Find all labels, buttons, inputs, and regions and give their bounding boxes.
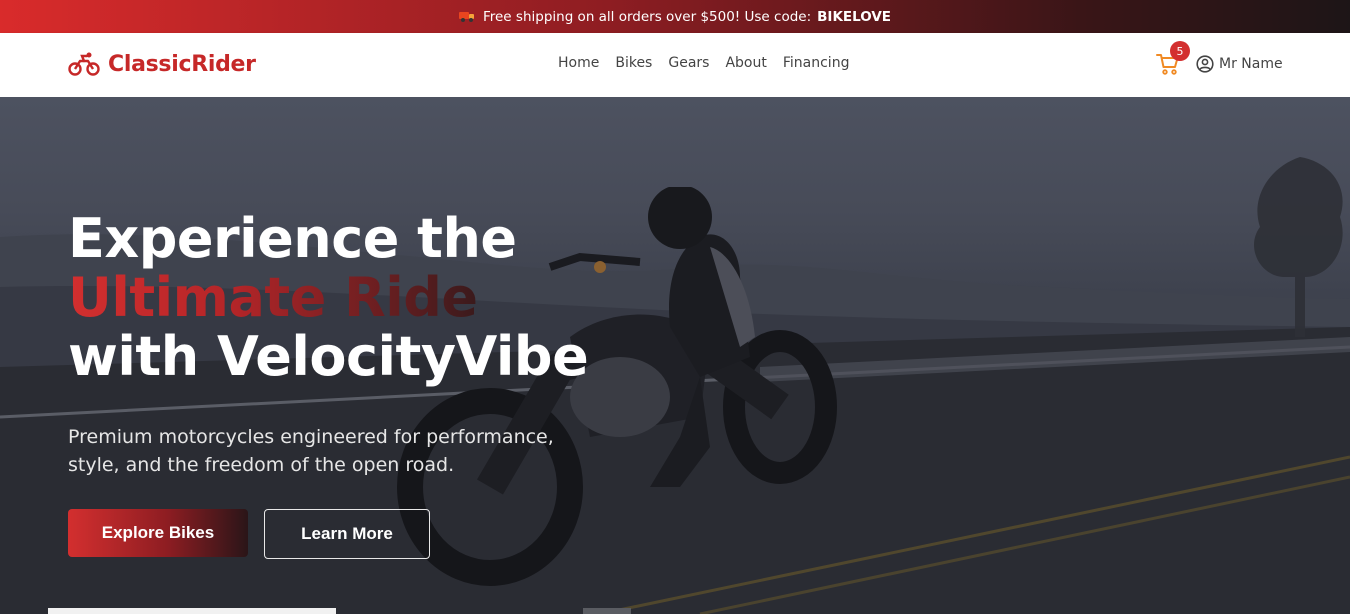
nav-home[interactable]: Home	[558, 55, 599, 71]
explore-bikes-button[interactable]: Explore Bikes	[68, 509, 248, 557]
user-circle-icon	[1196, 55, 1214, 73]
hero-title-line3: with VelocityVibe	[68, 325, 589, 388]
next-section-preview-divider	[583, 608, 631, 614]
main-nav: Home Bikes Gears About Financing	[558, 55, 849, 71]
hero-subtitle: Premium motorcycles engineered for perfo…	[68, 426, 554, 476]
nav-about[interactable]: About	[725, 55, 766, 71]
hero-title-accent: Ultimate Ride	[68, 266, 478, 329]
promo-bar: Free shipping on all orders over $500! U…	[0, 0, 1350, 33]
nav-gears[interactable]: Gears	[668, 55, 709, 71]
logo-text: ClassicRider	[108, 51, 256, 77]
cart-count-badge: 5	[1170, 41, 1190, 61]
hero-background-tree	[1254, 157, 1343, 337]
hero-section: Experience the Ultimate Ride with Veloci…	[0, 97, 1350, 614]
nav-bikes[interactable]: Bikes	[615, 55, 652, 71]
motorcycle-icon	[68, 52, 100, 76]
user-name: Mr Name	[1219, 56, 1283, 72]
promo-code: BIKELOVE	[817, 8, 892, 25]
truck-icon	[458, 11, 475, 22]
next-section-preview	[48, 608, 336, 614]
logo[interactable]: ClassicRider	[68, 51, 256, 77]
learn-more-button[interactable]: Learn More	[264, 509, 430, 559]
promo-text: Free shipping on all orders over $500! U…	[482, 8, 812, 25]
hero-title: Experience the Ultimate Ride with Veloci…	[68, 209, 768, 386]
user-menu[interactable]: Mr Name	[1196, 55, 1283, 73]
hero-title-line1: Experience the	[68, 207, 517, 270]
nav-financing[interactable]: Financing	[783, 55, 850, 71]
site-header: ClassicRider Home Bikes Gears About Fina…	[0, 33, 1350, 97]
